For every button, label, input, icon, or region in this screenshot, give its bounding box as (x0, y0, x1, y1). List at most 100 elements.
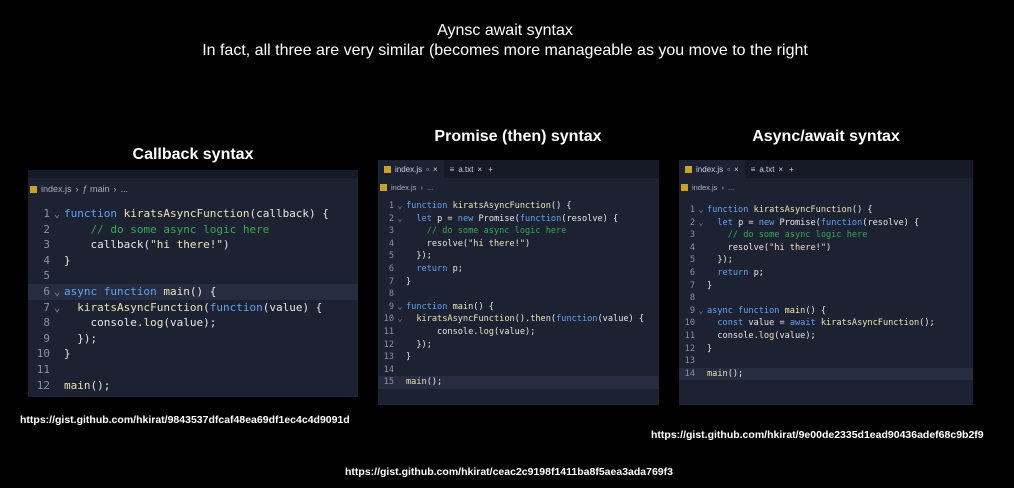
async-gist-link[interactable]: https://gist.github.com/hkirat/9e00de233… (651, 429, 984, 441)
code-line: 9 ⌄ function main() { (378, 301, 659, 314)
fold-gutter (50, 331, 64, 347)
code-token: } (64, 253, 71, 267)
breadcrumb-item[interactable]: ƒ main (83, 184, 110, 194)
code-area[interactable]: 1 ⌄ function kiratsAsyncFunction (callback)… (28, 200, 358, 393)
line-number: 6 (388, 263, 394, 274)
fold-chevron-icon[interactable]: ⌄ (50, 284, 64, 300)
code-line: 8 (679, 292, 973, 305)
breadcrumb-item[interactable]: ... (121, 184, 129, 194)
split-editor-icon[interactable]: ▫ (426, 165, 429, 174)
tab-a-txt[interactable]: ≡ a.txt × (745, 160, 789, 178)
promise-heading: Promise (then) syntax (434, 128, 602, 145)
js-file-icon (380, 183, 387, 191)
breadcrumb: index.js › ƒ main ›... (28, 178, 358, 200)
close-tab-icon[interactable]: × (778, 165, 783, 174)
code-token: log (478, 326, 494, 337)
callback-heading: Callback syntax (132, 146, 254, 163)
fold-chevron-icon[interactable]: ⌄ (394, 213, 406, 226)
fold-gutter (394, 376, 406, 389)
code-line: 5 }); (378, 250, 659, 263)
code-token: function (64, 207, 124, 220)
new-tab-plus-icon[interactable]: + (789, 165, 794, 174)
fold-gutter (50, 362, 64, 378)
code-token: function (406, 201, 453, 211)
breadcrumb-item[interactable]: index.js (391, 183, 416, 192)
split-editor-icon[interactable]: ▫ (727, 165, 730, 174)
fold-chevron-icon[interactable]: ⌄ (50, 300, 64, 316)
fold-chevron-icon[interactable]: ⌄ (695, 204, 707, 217)
code-line: 14 main (); (679, 367, 973, 381)
code-line: 14 (378, 364, 659, 377)
close-tab-icon[interactable]: × (734, 165, 739, 174)
line-number: 10 (684, 318, 695, 329)
fold-gutter (695, 292, 707, 305)
close-tab-icon[interactable]: × (477, 165, 482, 174)
line-number: 13 (383, 352, 394, 363)
code-token: () { (550, 201, 572, 211)
tab-index-js[interactable]: index.js ▫ × (378, 160, 444, 178)
code-token: (value); (493, 326, 536, 337)
code-line: 7} (679, 280, 973, 293)
breadcrumb-chevron-icon: › (75, 184, 79, 194)
fold-chevron-icon[interactable]: ⌄ (50, 206, 64, 222)
fold-chevron-icon[interactable]: ⌄ (394, 301, 406, 314)
fold-chevron-icon[interactable]: ⌄ (695, 305, 707, 318)
tab-index-js[interactable]: index.js ▫ × (679, 160, 745, 178)
code-token: // do some async logic here (90, 222, 270, 236)
code-token: kiratsAsyncFunction (753, 205, 852, 215)
code-token: main (163, 284, 190, 298)
code-token: kiratsAsyncFunction (416, 314, 515, 325)
code-line: 7 ⌄ kiratsAsyncFunction(function (value) { (28, 300, 358, 316)
fold-chevron-icon[interactable]: ⌄ (394, 200, 406, 213)
editor-tab-bar: index.js ▫ × ≡ a.txt × + (378, 160, 659, 178)
code-token: // do some async logic here (426, 226, 567, 237)
line-number: 2 (43, 222, 50, 236)
code-token: ) (826, 242, 832, 253)
close-tab-icon[interactable]: × (433, 165, 438, 174)
code-line: 13} (378, 351, 659, 364)
code-line: 10 ⌄ kiratsAsyncFunction (). then(function(… (378, 313, 659, 326)
code-token: log (143, 316, 164, 330)
code-token: main (707, 368, 728, 379)
breadcrumb-item[interactable]: ... (427, 183, 433, 192)
code-line: 2 ⌄ let p = new Promise(function (resolve)… (378, 213, 659, 226)
code-token: await (789, 318, 821, 329)
line-number: 1 (388, 201, 394, 211)
code-line: 5 }); (679, 254, 973, 267)
fold-gutter (695, 355, 707, 368)
breadcrumb-item[interactable]: index.js (41, 184, 72, 194)
breadcrumb-item[interactable]: index.js (692, 183, 717, 192)
fold-gutter (695, 242, 707, 255)
code-line: 11 (28, 362, 358, 378)
code-token: kiratsAsyncFunction (452, 201, 551, 211)
code-area[interactable]: 1 ⌄ function kiratsAsyncFunction() {2 ⌄ let… (679, 196, 973, 381)
tab-a-txt[interactable]: ≡ a.txt × (444, 160, 488, 178)
fold-gutter (50, 253, 64, 269)
code-token: let (717, 217, 739, 228)
fold-gutter (50, 346, 64, 362)
fold-gutter (394, 351, 406, 364)
code-token: p = (437, 213, 458, 224)
code-line: 3 // do some async logic here (679, 229, 973, 242)
line-number: 1 (689, 205, 695, 215)
fold-chevron-icon[interactable]: ⌄ (695, 217, 707, 230)
code-token: async function (707, 305, 785, 316)
code-line: 4} (28, 253, 358, 269)
fold-chevron-icon[interactable]: ⌄ (394, 313, 406, 326)
new-tab-plus-icon[interactable]: + (488, 165, 493, 174)
code-token: } (64, 347, 71, 361)
text-file-icon: ≡ (750, 164, 756, 174)
line-number: 11 (383, 326, 394, 337)
code-area[interactable]: 1 ⌄ function kiratsAsyncFunction() {2 ⌄ let… (378, 196, 659, 389)
breadcrumb-item[interactable]: ... (728, 183, 734, 192)
code-line: 4 resolve("hi there!") (679, 242, 973, 255)
code-token: () { (473, 301, 494, 312)
code-line: 3 callback("hi there!") (28, 237, 358, 253)
promise-gist-link[interactable]: https://gist.github.com/hkirat/ceac2c919… (345, 466, 673, 478)
breadcrumb: index.js ›... (679, 178, 973, 196)
code-token: (value); (163, 316, 217, 330)
callback-gist-link[interactable]: https://gist.github.com/hkirat/9843537df… (20, 414, 350, 426)
